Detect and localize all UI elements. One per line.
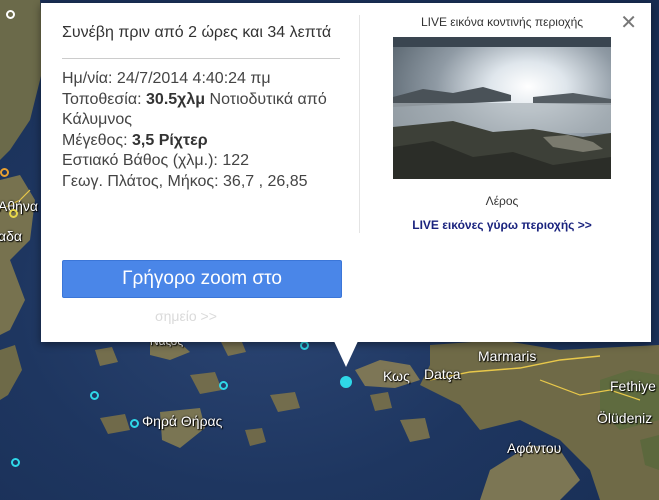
column-separator xyxy=(359,15,360,233)
quake-marker[interactable] xyxy=(300,341,309,350)
quake-marker[interactable] xyxy=(219,381,228,390)
map-label-fethiye: Fethiye xyxy=(610,378,656,394)
webcam-panel: LIVE εικόνα κοντινής περιοχής Λέρος LIVE… xyxy=(371,15,633,232)
depth-label: Εστιακό Βάθος (χλμ.): xyxy=(62,152,218,169)
location-distance: 30.5χλμ xyxy=(146,90,206,108)
depth-row: Εστιακό Βάθος (χλμ.): 122 xyxy=(62,151,340,172)
popup-pointer xyxy=(333,339,359,367)
quake-marker[interactable] xyxy=(11,458,20,467)
quake-marker[interactable] xyxy=(9,209,18,218)
map-label-kos: Κως xyxy=(383,368,410,384)
map-label-afantou: Αφάντου xyxy=(507,440,562,456)
date-value: 24/7/2014 4:40:24 πμ xyxy=(116,70,271,87)
quake-marker[interactable] xyxy=(130,419,139,428)
map-label-datca: Datça xyxy=(424,366,461,382)
date-label: Ημ/νία: xyxy=(62,70,113,87)
magnitude-label: Μέγεθος: xyxy=(62,131,128,149)
date-row: Ημ/νία: 24/7/2014 4:40:24 πμ xyxy=(62,69,340,90)
divider xyxy=(62,58,340,59)
depth-value: 122 xyxy=(222,152,250,169)
webcam-title: LIVE εικόνα κοντινής περιοχής xyxy=(420,15,584,29)
map-label-athina: Αθήνα xyxy=(0,198,39,214)
info-popup: ✕ Συνέβη πριν από 2 ώρες και 34 λεπτά Ημ… xyxy=(41,3,651,342)
webcam-caption: Λέρος xyxy=(485,194,519,208)
map-label-marmaris: Marmaris xyxy=(478,348,537,364)
quake-marker[interactable] xyxy=(6,10,15,19)
popup-title: Συνέβη πριν από 2 ώρες και 34 λεπτά xyxy=(62,24,332,41)
coords-value: 36,7 , 26,85 xyxy=(223,172,308,190)
coords-row: Γεωγ. Πλάτος, Μήκος: 36,7 , 26,85 xyxy=(62,172,340,193)
map-label-oludeniz: Ölüdeniz xyxy=(597,410,653,426)
quake-marker[interactable] xyxy=(0,168,9,177)
map-label-fira: Φηρά Θήρας xyxy=(142,413,223,429)
quick-zoom-button[interactable]: Γρήγορο zoom στο xyxy=(62,260,342,298)
webcam-image[interactable] xyxy=(393,37,611,179)
zoom-point-link[interactable]: σημείο >> xyxy=(155,308,217,324)
quake-details: Συνέβη πριν από 2 ώρες και 34 λεπτά Ημ/ν… xyxy=(62,21,340,192)
details-list: Ημ/νία: 24/7/2014 4:40:24 πμ Τοποθεσία: … xyxy=(62,69,340,192)
map-label-athina-partial: αδα xyxy=(0,228,22,244)
magnitude-row: Μέγεθος: 3,5 Ρίχτερ xyxy=(62,131,340,152)
quake-marker-selected[interactable] xyxy=(340,376,352,388)
coords-label: Γεωγ. Πλάτος, Μήκος: xyxy=(62,172,219,190)
magnitude-value: 3,5 Ρίχτερ xyxy=(132,131,208,149)
location-label: Τοποθεσία: xyxy=(62,90,142,108)
quake-marker[interactable] xyxy=(90,391,99,400)
location-row: Τοποθεσία: 30.5χλμ Νοτιοδυτικά από Κάλυμ… xyxy=(62,90,340,131)
live-images-link[interactable]: LIVE εικόνες γύρω περιοχής >> xyxy=(371,218,633,232)
